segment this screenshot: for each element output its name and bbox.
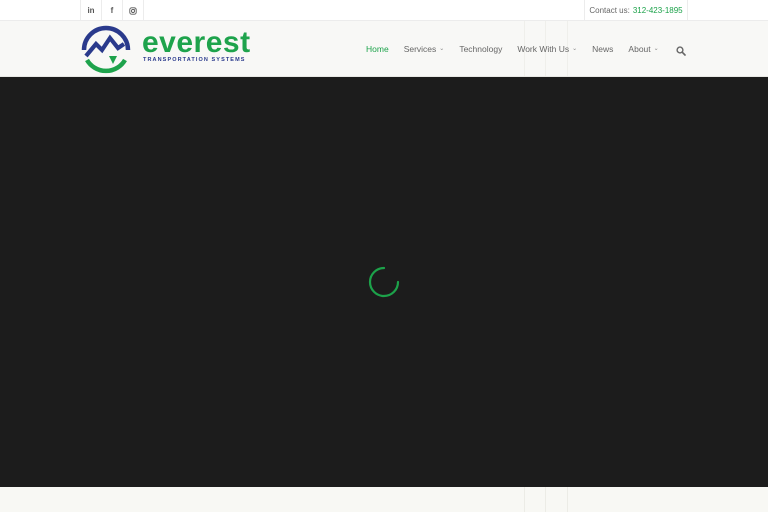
nav-item-work-with-us[interactable]: Work With Us ⌄ (517, 44, 577, 54)
section-divider (567, 487, 568, 512)
social-links: in f (80, 0, 144, 21)
logo-tagline: TRANSPORTATION SYSTEMS (143, 57, 246, 63)
nav-item-news[interactable]: News (592, 44, 613, 54)
site-logo[interactable]: everest TRANSPORTATION SYSTEMS (80, 24, 260, 74)
section-strip (0, 487, 768, 512)
chevron-down-icon: ⌄ (439, 46, 445, 52)
chevron-down-icon: ⌄ (572, 46, 578, 52)
site-header: everest TRANSPORTATION SYSTEMS Home Serv… (0, 21, 768, 77)
loading-spinner-icon (368, 266, 400, 298)
nav-item-home[interactable]: Home (366, 44, 389, 54)
section-divider (524, 487, 525, 512)
nav-item-label: Technology (459, 43, 503, 54)
contact-info: Contact us: 312-423-1895 (584, 0, 688, 21)
logo-wordmark: everest (142, 26, 251, 59)
instagram-icon[interactable] (123, 0, 144, 21)
nav-item-label: Work With Us (517, 43, 570, 54)
nav-item-services[interactable]: Services ⌄ (404, 44, 445, 54)
contact-label: Contact us: (589, 6, 630, 15)
chevron-down-icon: ⌄ (653, 46, 659, 52)
linkedin-icon[interactable]: in (81, 0, 102, 21)
nav-item-label: About (628, 43, 651, 54)
section-divider (545, 487, 546, 512)
hero-slider (0, 77, 768, 487)
nav-item-label: Services (403, 43, 437, 54)
instagram-glyph (129, 6, 137, 15)
nav-item-label: News (592, 43, 614, 54)
nav-item-label: Home (366, 43, 389, 54)
search-icon[interactable] (676, 43, 686, 56)
nav-item-technology[interactable]: Technology (459, 44, 502, 54)
main-nav: Home Services ⌄ Technology Work With Us … (366, 21, 686, 76)
facebook-icon[interactable]: f (102, 0, 123, 21)
contact-phone-link[interactable]: 312-423-1895 (633, 6, 683, 15)
logo-mountain-icon (81, 25, 131, 74)
nav-item-about[interactable]: About ⌄ (628, 44, 658, 54)
top-bar: in f Contact us: 312-423-1895 (0, 0, 768, 21)
